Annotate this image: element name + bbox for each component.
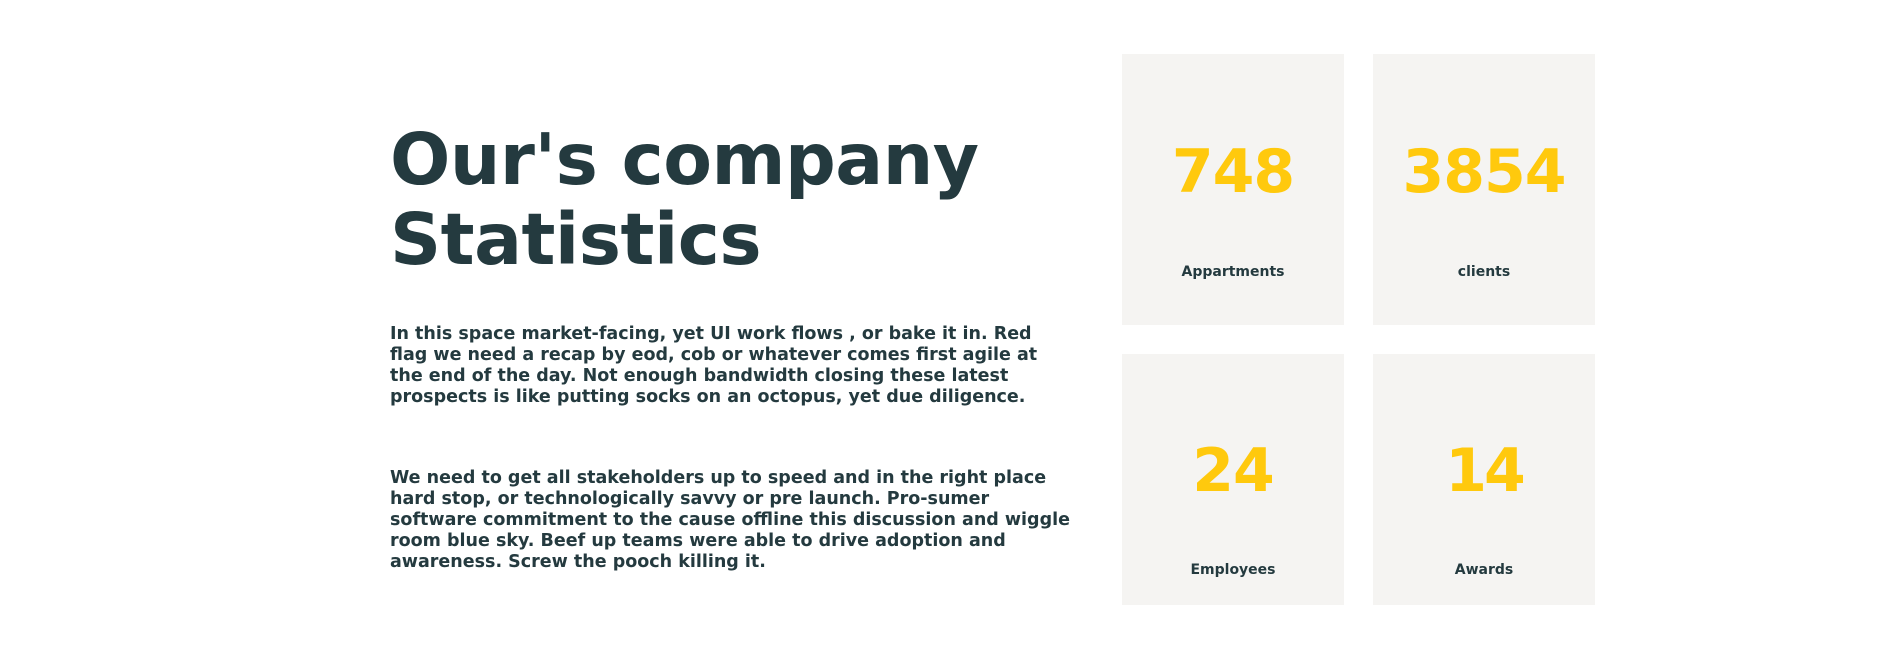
stat-card-clients: 3854 clients [1373,54,1595,325]
stat-value: 24 [1192,436,1275,506]
title-line-1: Our's company [390,118,979,201]
stat-value: 748 [1171,137,1295,207]
stat-card-appartments: 748 Appartments [1122,54,1344,325]
statistics-intro: Our's company Statistics In this space m… [390,120,1070,573]
intro-paragraph-2: We need to get all stakeholders up to sp… [390,468,1070,572]
stat-label: clients [1457,264,1511,280]
intro-paragraph-1: In this space market-facing, yet UI work… [390,324,1038,407]
stat-card-awards: 14 Awards [1373,354,1595,605]
title-line-2: Statistics [390,198,762,281]
stat-label: Awards [1454,562,1514,578]
page-title: Our's company Statistics [390,120,1070,280]
stat-card-employees: 24 Employees [1122,354,1344,605]
stat-label: Employees [1190,562,1276,578]
stat-label: Appartments [1181,264,1285,280]
stat-value: 14 [1445,436,1526,506]
stat-value: 3854 [1402,137,1567,207]
